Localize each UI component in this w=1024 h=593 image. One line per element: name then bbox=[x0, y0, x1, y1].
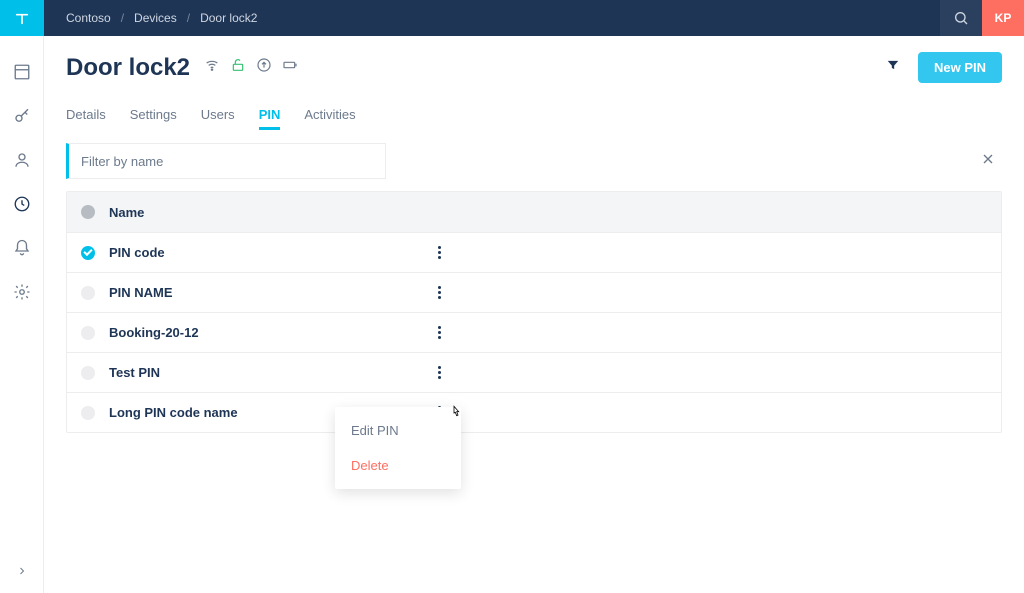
topbar: Contoso / Devices / Door lock2 KP bbox=[44, 0, 1024, 36]
dashboard-icon[interactable] bbox=[12, 62, 32, 82]
col-name[interactable]: Name bbox=[109, 205, 429, 220]
row-status-icon[interactable] bbox=[81, 286, 95, 300]
filter-row bbox=[66, 143, 1002, 179]
main: Door lock2 New PIN Details Settings User… bbox=[44, 36, 1024, 593]
breadcrumb-item[interactable]: Door lock2 bbox=[200, 11, 257, 25]
device-status-icons bbox=[204, 57, 298, 78]
row-status-icon[interactable] bbox=[81, 406, 95, 420]
new-pin-button[interactable]: New PIN bbox=[918, 52, 1002, 83]
page-header: Door lock2 New PIN bbox=[66, 52, 1002, 83]
lock-open-icon bbox=[230, 57, 246, 78]
table-header: Name bbox=[67, 192, 1001, 232]
select-all[interactable] bbox=[81, 205, 95, 219]
tab-settings[interactable]: Settings bbox=[130, 101, 177, 128]
user-icon[interactable] bbox=[12, 150, 32, 170]
row-context-menu: Edit PIN Delete bbox=[335, 407, 461, 489]
row-status-icon[interactable] bbox=[81, 366, 95, 380]
table-row[interactable]: Test PIN bbox=[67, 352, 1001, 392]
gear-icon[interactable] bbox=[12, 282, 32, 302]
more-icon[interactable] bbox=[429, 246, 449, 259]
bell-icon[interactable] bbox=[12, 238, 32, 258]
clock-icon[interactable] bbox=[12, 194, 32, 214]
key-icon[interactable] bbox=[12, 106, 32, 126]
sidebar bbox=[0, 0, 44, 593]
menu-delete[interactable]: Delete bbox=[335, 448, 461, 483]
tab-pin[interactable]: PIN bbox=[259, 101, 281, 128]
more-icon[interactable] bbox=[429, 326, 449, 339]
pointer-cursor-icon bbox=[448, 404, 464, 427]
row-name: Test PIN bbox=[109, 365, 429, 380]
breadcrumb-sep: / bbox=[187, 11, 190, 25]
breadcrumb: Contoso / Devices / Door lock2 bbox=[44, 11, 257, 25]
brand-logo[interactable] bbox=[0, 0, 44, 36]
page-title: Door lock2 bbox=[66, 54, 190, 82]
menu-edit-pin[interactable]: Edit PIN bbox=[335, 413, 461, 448]
row-name: PIN code bbox=[109, 245, 429, 260]
search-icon[interactable] bbox=[940, 0, 982, 36]
sidebar-nav bbox=[12, 62, 32, 302]
row-status-icon[interactable] bbox=[81, 326, 95, 340]
more-icon[interactable] bbox=[429, 366, 449, 379]
more-icon[interactable] bbox=[429, 286, 449, 299]
filter-input[interactable] bbox=[66, 143, 386, 179]
close-icon[interactable] bbox=[974, 145, 1002, 178]
row-name: PIN NAME bbox=[109, 285, 429, 300]
row-name: Booking-20-12 bbox=[109, 325, 429, 340]
breadcrumb-sep: / bbox=[121, 11, 124, 25]
breadcrumb-item[interactable]: Contoso bbox=[66, 11, 111, 25]
table-row[interactable]: Booking-20-12 bbox=[67, 312, 1001, 352]
tabs: Details Settings Users PIN Activities bbox=[66, 101, 1002, 129]
table-row[interactable]: PIN code bbox=[67, 232, 1001, 272]
expand-sidebar-icon[interactable] bbox=[0, 565, 43, 577]
avatar[interactable]: KP bbox=[982, 0, 1024, 36]
filter-icon[interactable] bbox=[886, 58, 900, 77]
breadcrumb-item[interactable]: Devices bbox=[134, 11, 177, 25]
table-row[interactable]: Long PIN code name bbox=[67, 392, 1001, 432]
wifi-icon bbox=[204, 57, 220, 78]
tab-users[interactable]: Users bbox=[201, 101, 235, 128]
pin-table: Name PIN code PIN NAME Booking-20-12 Tes… bbox=[66, 191, 1002, 433]
row-status-icon[interactable] bbox=[81, 246, 95, 260]
tab-details[interactable]: Details bbox=[66, 101, 106, 128]
upload-icon bbox=[256, 57, 272, 78]
battery-icon bbox=[282, 57, 298, 78]
tab-activities[interactable]: Activities bbox=[304, 101, 355, 128]
table-row[interactable]: PIN NAME bbox=[67, 272, 1001, 312]
